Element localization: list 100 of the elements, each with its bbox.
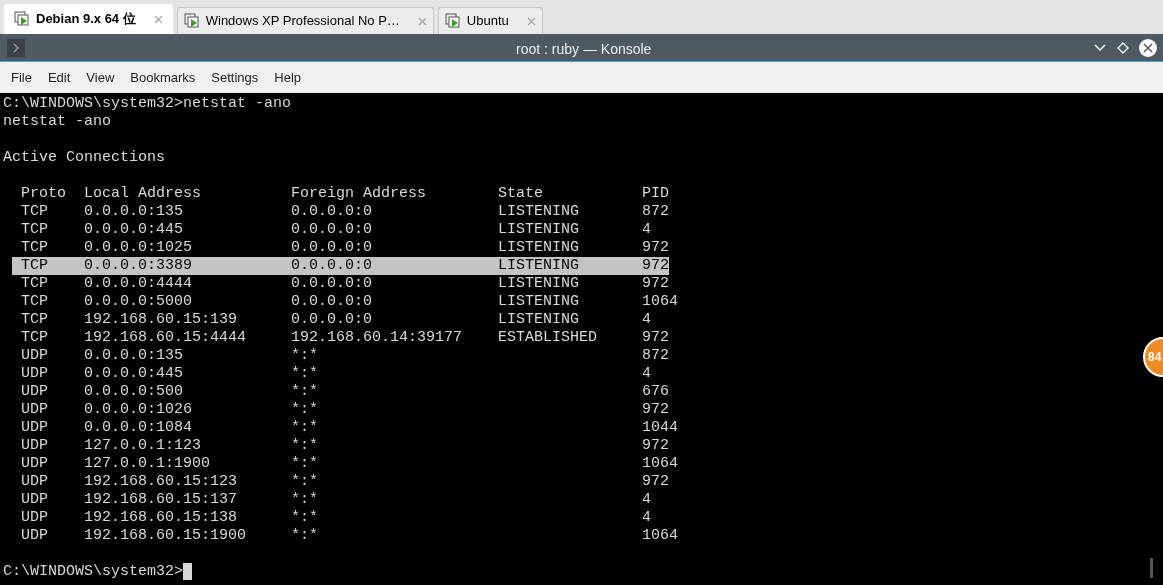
table-cell: 872 — [642, 347, 670, 364]
table-cell: 0.0.0.0:0 — [291, 221, 373, 238]
window-title: root : ruby — Konsole — [516, 40, 652, 59]
table-cell: 872 — [642, 203, 670, 220]
maximize-icon[interactable] — [1117, 41, 1129, 54]
table-cell: *:* — [291, 347, 319, 364]
table-cell: 0.0.0.0:135 — [84, 347, 184, 364]
column-header: State — [498, 185, 544, 202]
table-cell: 1064 — [642, 293, 679, 310]
table-cell: LISTENING — [498, 275, 580, 292]
table-cell: LISTENING — [498, 221, 580, 238]
table-cell: *:* — [291, 473, 319, 490]
table-cell: 0.0.0.0:4444 — [84, 275, 193, 292]
table-cell: LISTENING — [498, 311, 580, 328]
table-cell: UDP — [21, 473, 48, 490]
menu-item[interactable]: File — [3, 67, 40, 88]
table-cell: UDP — [21, 365, 48, 382]
table-cell: UDP — [21, 509, 48, 526]
table-cell: 192.168.60.14:39177 — [291, 329, 463, 346]
vm-icon — [444, 13, 461, 29]
vm-tab[interactable]: Ubuntu — [437, 7, 543, 34]
table-cell: TCP — [21, 275, 48, 292]
vm-tab[interactable]: Debian 9.x 64 位 — [4, 4, 173, 34]
table-cell: 1064 — [642, 455, 679, 472]
table-cell: UDP — [21, 347, 48, 364]
table-cell: TCP — [21, 329, 48, 346]
table-cell: TCP — [21, 311, 48, 328]
table-cell: UDP — [21, 401, 48, 418]
table-cell: 4 — [642, 491, 652, 508]
table-cell: *:* — [291, 455, 319, 472]
menu-item[interactable]: Edit — [39, 67, 79, 88]
table-cell: 972 — [642, 239, 670, 256]
output-line: netstat -ano — [3, 113, 113, 131]
table-cell: 972 — [642, 257, 670, 274]
menu-item[interactable]: Settings — [203, 67, 267, 88]
table-cell: 0.0.0.0:1025 — [84, 239, 193, 256]
table-cell: 192.168.60.15:137 — [84, 491, 238, 508]
table-cell: 4 — [642, 365, 652, 382]
close-icon[interactable] — [1139, 38, 1157, 57]
table-cell: 4 — [642, 509, 652, 526]
terminal-icon[interactable] — [7, 38, 25, 57]
table-cell: 192.168.60.15:138 — [84, 509, 238, 526]
table-cell: 0.0.0.0:5000 — [84, 293, 193, 310]
vm-icon — [183, 13, 200, 29]
vm-tab[interactable]: Windows XP Professional No P… — [176, 7, 434, 34]
table-cell: 127.0.0.1:123 — [84, 437, 202, 454]
table-cell: 972 — [642, 275, 670, 292]
table-cell: UDP — [21, 419, 48, 436]
table-cell: 0.0.0.0:0 — [291, 203, 373, 220]
table-cell: 0.0.0.0:445 — [84, 365, 184, 382]
table-cell: *:* — [291, 365, 319, 382]
table-cell: LISTENING — [498, 257, 580, 274]
table-cell: 0.0.0.0:1026 — [84, 401, 193, 418]
table-cell: UDP — [21, 437, 48, 454]
table-cell: LISTENING — [498, 239, 580, 256]
column-header: Proto — [21, 185, 66, 202]
table-cell: *:* — [291, 419, 319, 436]
command-line: C:\WINDOWS\system32>netstat -ano — [3, 95, 293, 113]
menu-item[interactable]: Help — [266, 67, 310, 88]
table-cell: 192.168.60.15:123 — [84, 473, 238, 490]
table-cell: UDP — [21, 527, 48, 544]
table-cell: UDP — [21, 455, 48, 472]
table-cell: 972 — [642, 437, 670, 454]
text-cursor — [183, 563, 193, 580]
output-heading: Active Connections — [3, 149, 167, 167]
table-cell: 0.0.0.0:1084 — [84, 419, 193, 436]
table-cell: 0.0.0.0:135 — [84, 203, 184, 220]
table-cell: 972 — [642, 473, 670, 490]
table-cell: TCP — [21, 293, 48, 310]
table-cell: 4 — [642, 221, 652, 238]
minimize-icon[interactable] — [1093, 42, 1107, 53]
table-cell: 0.0.0.0:0 — [291, 311, 373, 328]
scrollbar-handle[interactable] — [1150, 558, 1153, 578]
table-cell: UDP — [21, 383, 48, 400]
table-cell: TCP — [21, 221, 48, 238]
menu-item[interactable]: View — [78, 67, 123, 88]
table-cell: 972 — [642, 329, 670, 346]
table-cell: TCP — [21, 239, 48, 256]
column-header: PID — [642, 185, 670, 202]
table-cell: 0.0.0.0:0 — [291, 293, 373, 310]
table-cell: *:* — [291, 491, 319, 508]
table-cell: 192.168.60.15:1900 — [84, 527, 247, 544]
table-cell: 192.168.60.15:139 — [84, 311, 238, 328]
table-cell: *:* — [291, 401, 319, 418]
table-cell: TCP — [21, 257, 48, 274]
table-cell: 1044 — [642, 419, 679, 436]
table-cell: *:* — [291, 437, 319, 454]
menu-item[interactable]: Bookmarks — [122, 67, 204, 88]
table-cell: 0.0.0.0:0 — [291, 275, 373, 292]
table-cell: *:* — [291, 383, 319, 400]
table-cell: 0.0.0.0:445 — [84, 221, 184, 238]
table-cell: *:* — [291, 509, 319, 526]
prompt-line: C:\WINDOWS\system32> — [3, 563, 184, 581]
table-cell: 0.0.0.0:500 — [84, 383, 184, 400]
table-cell: 192.168.60.15:4444 — [84, 329, 247, 346]
table-cell: TCP — [21, 203, 48, 220]
table-cell: 0.0.0.0:3389 — [84, 257, 193, 274]
table-cell: 4 — [642, 311, 652, 328]
table-cell: 1064 — [642, 527, 679, 544]
table-cell: UDP — [21, 491, 48, 508]
